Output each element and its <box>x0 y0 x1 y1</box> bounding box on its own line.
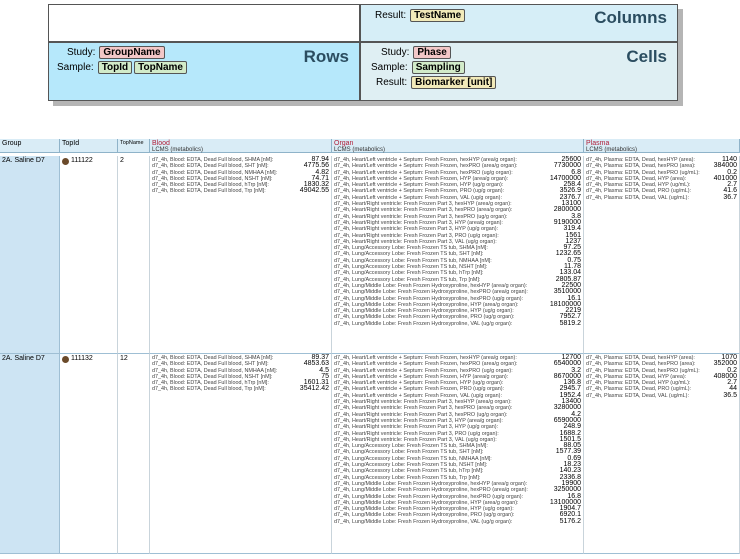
measurement-line: d7_4h, Blood: EDTA, Dead Full blood, Trp… <box>152 187 329 195</box>
pivot-layout-legend: Result: TestName Columns Study: GroupNam… <box>48 4 683 106</box>
measurement-value: 5819.2 <box>559 319 581 327</box>
columns-result-label: Result: <box>375 10 407 21</box>
cells-sample-label: Sample: <box>371 62 408 73</box>
columns-result-row: Result: TestName <box>375 9 467 22</box>
cells-study-label: Study: <box>381 47 410 58</box>
cells-result-row: Result: Biomarker [unit] <box>376 76 498 89</box>
pivot-table: Group TopId TopName Blood LCMS (metaboli… <box>0 139 740 559</box>
row-group-cell[interactable]: 2A. Saline D7 <box>0 156 60 354</box>
legend-cells-zone[interactable]: Study: Phase Sample: Sampling Result: Bi… <box>360 42 678 101</box>
measurement-line: d7_4h, Blood: EDTA, Dead Full blood, Trp… <box>152 385 329 393</box>
measurement-value: 5176.2 <box>559 517 581 525</box>
header-plasma[interactable]: Plasma LCMS (metabolics) <box>584 139 740 153</box>
row-blood-cell[interactable]: d7_4h, Blood: EDTA, Dead Full blood, SHM… <box>150 156 332 354</box>
legend-corner <box>48 4 360 42</box>
rows-study-row: Study: GroupName <box>67 46 167 59</box>
header-blood-sub: LCMS (metabolics) <box>152 147 204 153</box>
animal-icon <box>62 158 69 165</box>
row-blood-cell[interactable]: d7_4h, Blood: EDTA, Dead Full blood, SHM… <box>150 354 332 554</box>
columns-title: Columns <box>594 8 667 27</box>
header-topname[interactable]: TopName <box>118 139 150 153</box>
header-plasma-title: Plasma <box>586 140 610 147</box>
chip-topid[interactable]: TopId <box>97 61 133 74</box>
cells-study-row: Study: Phase <box>381 46 453 59</box>
measurement-label: d7_4h, Blood: EDTA, Dead Full blood, Trp… <box>152 188 266 195</box>
rows-sample-row: Sample: TopId TopName <box>57 61 189 74</box>
measurement-value: 36.7 <box>723 193 737 201</box>
row-plasma-cell[interactable]: d7_4h, Plasma: EDTA, Dead, hexHYP (area)… <box>584 354 740 554</box>
legend-rows-zone[interactable]: Study: GroupName Sample: TopId TopName R… <box>48 42 360 101</box>
header-group[interactable]: Group <box>0 139 60 153</box>
header-blood-title: Blood <box>152 140 170 147</box>
chip-phase[interactable]: Phase <box>413 46 451 59</box>
row-topid-cell[interactable]: 111122 <box>60 156 118 354</box>
rows-title: Rows <box>303 47 349 66</box>
measurement-label: d7_4h, Plasma: EDTA, Dead, VAL (ug/mL): <box>586 392 689 399</box>
row-organ-cell[interactable]: d7_4h, Heart/Left ventricle + Septum: Fr… <box>332 156 584 354</box>
cells-sample-row: Sample: Sampling <box>371 61 467 74</box>
measurement-line: d7_4h, Lung/Middle Lobe: Fresh Frozen Hy… <box>334 517 581 525</box>
header-topid[interactable]: TopId <box>60 139 118 153</box>
measurement-value: 36.5 <box>723 391 737 399</box>
header-group-label: Group <box>2 140 22 147</box>
row-organ-cell[interactable]: d7_4h, Heart/Left ventricle + Septum: Fr… <box>332 354 584 554</box>
header-topid-label: TopId <box>62 140 80 147</box>
header-plasma-sub: LCMS (metabolics) <box>586 147 638 153</box>
measurement-value: 35412.42 <box>299 385 329 393</box>
measurement-line: d7_4h, Lung/Middle Lobe: Fresh Frozen Hy… <box>334 319 581 327</box>
measurement-line: d7_4h, Plasma: EDTA, Dead, VAL (ug/mL): 3… <box>586 391 737 399</box>
chip-sampling[interactable]: Sampling <box>411 61 465 74</box>
chip-groupname[interactable]: GroupName <box>99 46 165 59</box>
measurement-value: 49042.55 <box>299 187 329 195</box>
cells-title: Cells <box>626 47 667 66</box>
legend-columns-zone[interactable]: Result: TestName Columns <box>360 4 678 42</box>
row-topid: 111122 <box>71 157 93 164</box>
chip-topname[interactable]: TopName <box>134 61 187 74</box>
chip-biomarker-unit[interactable]: Biomarker [unit] <box>411 76 497 89</box>
row-topid: 111132 <box>71 355 93 362</box>
measurement-label: d7_4h, Lung/Middle Lobe: Fresh Frozen Hy… <box>334 518 513 525</box>
measurement-line: d7_4h, Plasma: EDTA, Dead, VAL (ug/mL): 3… <box>586 193 737 201</box>
measurement-label: d7_4h, Plasma: EDTA, Dead, VAL (ug/mL): <box>586 194 689 201</box>
header-organ-sub: LCMS (metabolics) <box>334 147 386 153</box>
row-group-cell[interactable]: 2A. Saline D7 <box>0 354 60 554</box>
row-topid-cell[interactable]: 111132 <box>60 354 118 554</box>
rows-sample-label: Sample: <box>57 62 94 73</box>
cells-result-label: Result: <box>376 77 408 88</box>
rows-study-label: Study: <box>67 47 96 58</box>
animal-icon <box>62 356 69 363</box>
header-organ[interactable]: Organ LCMS (metabolics) <box>332 139 584 153</box>
measurement-label: d7_4h, Blood: EDTA, Dead Full blood, Trp… <box>152 386 266 393</box>
header-topname-label: TopName <box>120 140 144 146</box>
header-blood[interactable]: Blood LCMS (metabolics) <box>150 139 332 153</box>
row-topname-cell[interactable]: 2 <box>118 156 150 354</box>
header-organ-title: Organ <box>334 140 354 147</box>
row-plasma-cell[interactable]: d7_4h, Plasma: EDTA, Dead, hexHYP (area)… <box>584 156 740 354</box>
measurement-label: d7_4h, Lung/Middle Lobe: Fresh Frozen Hy… <box>334 320 513 327</box>
row-topname-cell[interactable]: 12 <box>118 354 150 554</box>
chip-testname[interactable]: TestName <box>410 9 466 22</box>
